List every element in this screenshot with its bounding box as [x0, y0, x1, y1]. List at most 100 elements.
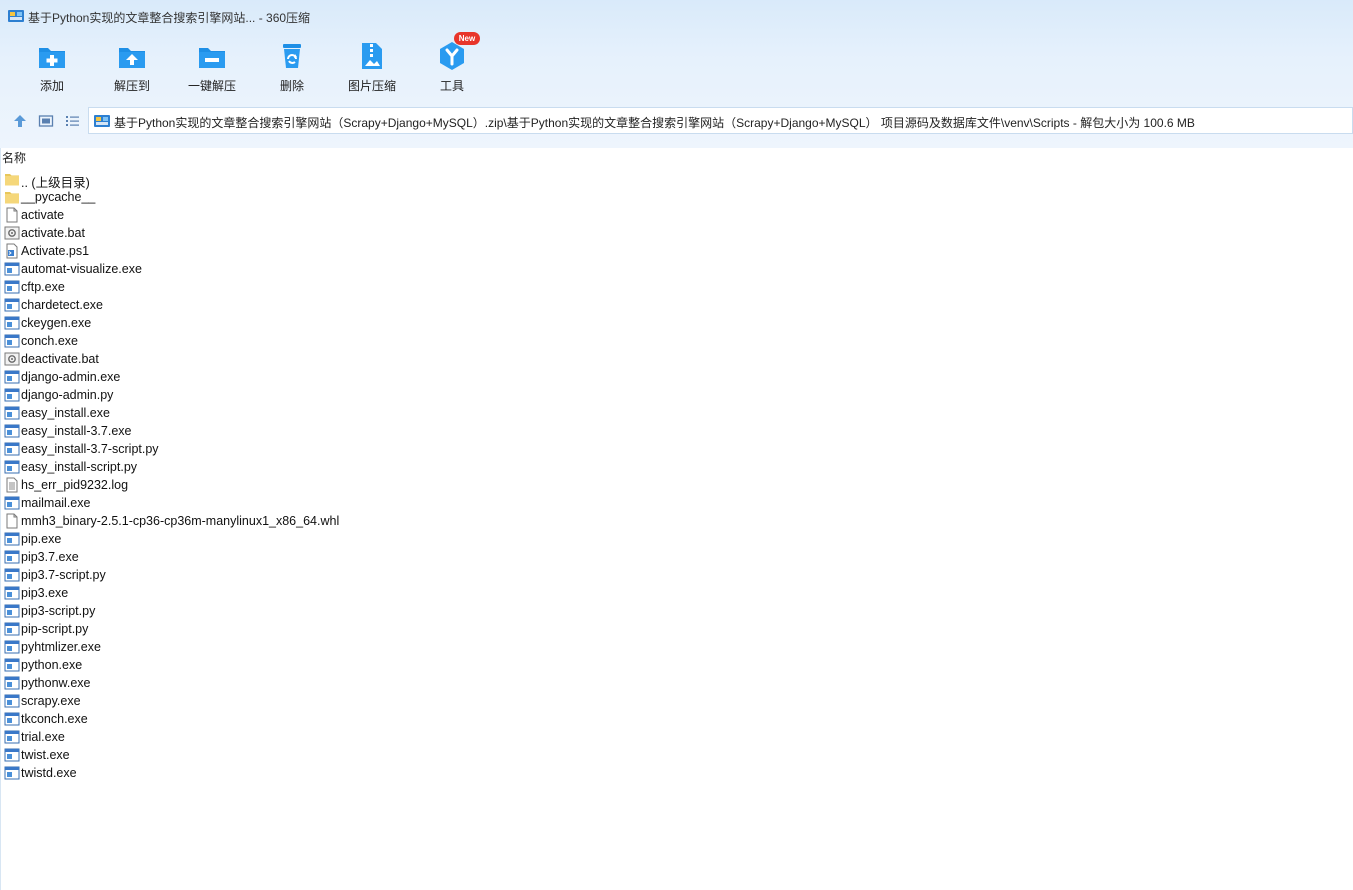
executable-icon: [4, 730, 20, 744]
file-row[interactable]: automat-visualize.exe: [0, 260, 600, 278]
file-row[interactable]: scrapy.exe: [0, 692, 600, 710]
executable-icon: [4, 622, 20, 636]
file-row[interactable]: easy_install-3.7-script.py: [0, 440, 600, 458]
executable-icon: [4, 640, 20, 654]
extract-to-button[interactable]: 解压到: [92, 36, 172, 100]
list-view-icon[interactable]: [64, 113, 80, 129]
archive-icon: [94, 115, 110, 127]
file-row[interactable]: pip3-script.py: [0, 602, 600, 620]
folder-row[interactable]: .. (上级目录): [0, 170, 600, 190]
file-row[interactable]: trial.exe: [0, 728, 600, 746]
executable-icon: [4, 712, 20, 726]
executable-icon: [4, 262, 20, 276]
up-arrow-icon[interactable]: [12, 113, 28, 129]
navigation-bar: 基于Python实现的文章整合搜索引擎网站（Scrapy+Django+MySQ…: [0, 106, 1353, 136]
extract-to-label: 解压到: [113, 79, 150, 93]
file-row[interactable]: easy_install-script.py: [0, 458, 600, 476]
file-row[interactable]: tkconch.exe: [0, 710, 600, 728]
file-row[interactable]: django-admin.py: [0, 386, 600, 404]
file-row[interactable]: python.exe: [0, 656, 600, 674]
one-click-extract-button[interactable]: 一键解压: [172, 36, 252, 100]
executable-icon: [4, 694, 20, 708]
one-click-extract-icon: [199, 48, 225, 68]
address-bar[interactable]: 基于Python实现的文章整合搜索引擎网站（Scrapy+Django+MySQ…: [88, 107, 1353, 134]
file-name: chardetect.exe: [21, 298, 103, 312]
file-name: easy_install.exe: [21, 406, 110, 420]
file-row[interactable]: pyhtmlizer.exe: [0, 638, 600, 656]
file-row[interactable]: pip3.exe: [0, 584, 600, 602]
tools-label: 工具: [439, 79, 464, 93]
image-compress-button[interactable]: 图片压缩: [332, 36, 412, 100]
file-row[interactable]: twist.exe: [0, 746, 600, 764]
file-name: activate: [21, 208, 65, 222]
file-name: scrapy.exe: [21, 694, 81, 708]
file-row[interactable]: activate: [0, 206, 600, 224]
executable-icon: [4, 658, 20, 672]
executable-icon: [4, 334, 20, 348]
executable-icon: [4, 532, 20, 546]
log-file-icon: [6, 477, 18, 493]
address-path: 基于Python实现的文章整合搜索引擎网站（Scrapy+Django+MySQ…: [114, 116, 1195, 130]
add-label: 添加: [39, 79, 64, 93]
file-name: cftp.exe: [21, 280, 65, 294]
tools-button[interactable]: 工具: [412, 36, 492, 100]
file-name: pip3.7-script.py: [21, 568, 106, 582]
image-compress-icon: [362, 43, 382, 69]
file-row[interactable]: Activate.ps1: [0, 242, 600, 260]
column-name-header[interactable]: 名称: [2, 149, 26, 166]
file-row[interactable]: activate.bat: [0, 224, 600, 242]
file-row[interactable]: ckeygen.exe: [0, 314, 600, 332]
file-row[interactable]: pip3.7-script.py: [0, 566, 600, 584]
add-button[interactable]: 添加: [12, 36, 92, 100]
batch-file-icon: [4, 352, 20, 366]
file-name: activate.bat: [21, 226, 85, 240]
file-name: automat-visualize.exe: [21, 262, 142, 276]
delete-icon: [283, 44, 301, 68]
executable-icon: [4, 442, 20, 456]
file-row[interactable]: hs_err_pid9232.log: [0, 476, 600, 494]
thumbnail-view-icon[interactable]: [38, 113, 54, 129]
file-list: .. (上级目录) __pycache__ activate activate.bat…: [0, 170, 1353, 782]
executable-icon: [4, 568, 20, 582]
file-name: tkconch.exe: [21, 712, 88, 726]
title-bar[interactable]: 基于Python实现的文章整合搜索引擎网站... - 360压缩: [0, 0, 1353, 32]
executable-icon: [4, 316, 20, 330]
file-name: pip3.exe: [21, 586, 69, 600]
delete-button[interactable]: 删除: [252, 36, 332, 100]
file-name: python.exe: [21, 658, 83, 672]
file-name: pip.exe: [21, 532, 62, 546]
executable-icon: [4, 496, 20, 510]
file-row[interactable]: mmh3_binary-2.5.1-cp36-cp36m-manylinux1_…: [0, 512, 600, 530]
file-row[interactable]: pip.exe: [0, 530, 600, 548]
file-row[interactable]: pip-script.py: [0, 620, 600, 638]
batch-file-icon: [4, 226, 20, 240]
file-row[interactable]: easy_install-3.7.exe: [0, 422, 600, 440]
executable-icon: [4, 424, 20, 438]
executable-icon: [4, 298, 20, 312]
file-row[interactable]: chardetect.exe: [0, 296, 600, 314]
file-name: conch.exe: [21, 334, 78, 348]
file-icon: [6, 207, 18, 223]
file-row[interactable]: conch.exe: [0, 332, 600, 350]
file-name: Activate.ps1: [21, 244, 90, 258]
folder-row[interactable]: __pycache__: [0, 188, 600, 206]
executable-icon: [4, 406, 20, 420]
file-row[interactable]: pip3.7.exe: [0, 548, 600, 566]
file-name: pip3-script.py: [21, 604, 96, 618]
file-row[interactable]: pythonw.exe: [0, 674, 600, 692]
file-row[interactable]: cftp.exe: [0, 278, 600, 296]
executable-icon: [4, 280, 20, 294]
executable-icon: [4, 460, 20, 474]
file-row[interactable]: mailmail.exe: [0, 494, 600, 512]
file-row[interactable]: deactivate.bat: [0, 350, 600, 368]
executable-icon: [4, 586, 20, 600]
file-row[interactable]: easy_install.exe: [0, 404, 600, 422]
file-name: twist.exe: [21, 748, 70, 762]
file-row[interactable]: django-admin.exe: [0, 368, 600, 386]
file-row[interactable]: twistd.exe: [0, 764, 600, 782]
app-logo-icon: [8, 10, 24, 22]
file-name: pythonw.exe: [21, 676, 91, 690]
window-title: 基于Python实现的文章整合搜索引擎网站... - 360压缩: [28, 11, 311, 25]
powershell-file-icon: [6, 243, 18, 259]
file-name: mmh3_binary-2.5.1-cp36-cp36m-manylinux1_…: [21, 514, 340, 528]
